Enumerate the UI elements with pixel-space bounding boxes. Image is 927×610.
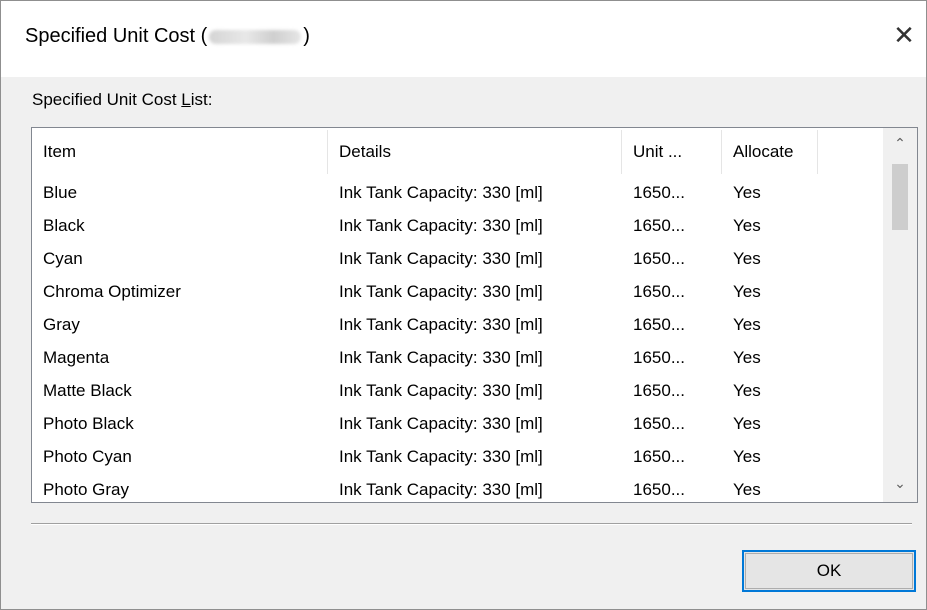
list-header: Item Details Unit ... Allocate bbox=[32, 128, 882, 176]
cell-allocate: Yes bbox=[733, 249, 761, 268]
cell-details: Ink Tank Capacity: 330 [ml] bbox=[339, 414, 543, 433]
cell-item: Photo Black bbox=[43, 414, 134, 433]
cell-unit-cost: 1650... bbox=[633, 249, 685, 268]
column-header-item[interactable]: Item bbox=[32, 128, 327, 176]
cell-details: Ink Tank Capacity: 330 [ml] bbox=[339, 216, 543, 235]
table-row[interactable]: Matte Black Ink Tank Capacity: 330 [ml] 16… bbox=[32, 374, 882, 407]
window-title-prefix: Specified Unit Cost ( bbox=[25, 25, 208, 47]
cell-unit-cost: 1650... bbox=[633, 282, 685, 301]
column-divider[interactable] bbox=[817, 130, 818, 174]
cell-allocate: Yes bbox=[733, 381, 761, 400]
cell-allocate: Yes bbox=[733, 216, 761, 235]
table-row[interactable]: Gray Ink Tank Capacity: 330 [ml] 1650... Ye… bbox=[32, 308, 882, 341]
scroll-up-button[interactable]: ⌃ bbox=[883, 128, 917, 158]
close-icon: ✕ bbox=[893, 20, 915, 50]
cell-details: Ink Tank Capacity: 330 [ml] bbox=[339, 249, 543, 268]
cell-details: Ink Tank Capacity: 330 [ml] bbox=[339, 381, 543, 400]
cell-details: Ink Tank Capacity: 330 [ml] bbox=[339, 315, 543, 334]
table-row[interactable]: Photo Gray Ink Tank Capacity: 330 [ml] 165… bbox=[32, 473, 882, 502]
cell-item: Magenta bbox=[43, 348, 110, 367]
cell-unit-cost: 1650... bbox=[633, 216, 685, 235]
cell-details: Ink Tank Capacity: 330 [ml] bbox=[339, 480, 543, 499]
cell-allocate: Yes bbox=[733, 480, 761, 499]
cell-item: Black bbox=[43, 216, 85, 235]
scroll-thumb[interactable] bbox=[892, 164, 908, 230]
cell-unit-cost: 1650... bbox=[633, 447, 685, 466]
specified-unit-cost-dialog: Specified Unit Cost () ✕ Specified Unit … bbox=[0, 0, 927, 610]
cell-item: Chroma Optimizer bbox=[43, 282, 181, 301]
cell-item: Gray bbox=[43, 315, 80, 334]
unit-cost-list-label: Specified Unit Cost List: bbox=[32, 90, 213, 110]
chevron-up-icon: ⌃ bbox=[894, 135, 906, 151]
column-header-allocate[interactable]: Allocate bbox=[722, 128, 817, 176]
redacted-model-name bbox=[209, 29, 302, 44]
title-bar[interactable]: Specified Unit Cost () ✕ bbox=[1, 1, 926, 77]
cell-details: Ink Tank Capacity: 330 [ml] bbox=[339, 282, 543, 301]
column-header-details[interactable]: Details bbox=[328, 128, 621, 176]
ok-button[interactable]: OK bbox=[742, 550, 916, 592]
cell-unit-cost: 1650... bbox=[633, 315, 685, 334]
cell-allocate: Yes bbox=[733, 348, 761, 367]
cell-unit-cost: 1650... bbox=[633, 348, 685, 367]
cell-unit-cost: 1650... bbox=[633, 414, 685, 433]
table-row[interactable]: Black Ink Tank Capacity: 330 [ml] 1650... Y… bbox=[32, 209, 882, 242]
table-row[interactable]: Cyan Ink Tank Capacity: 330 [ml] 1650... Ye… bbox=[32, 242, 882, 275]
cell-item: Photo Gray bbox=[43, 480, 129, 499]
cell-allocate: Yes bbox=[733, 315, 761, 334]
cell-details: Ink Tank Capacity: 330 [ml] bbox=[339, 348, 543, 367]
table-row[interactable]: Photo Cyan Ink Tank Capacity: 330 [ml] 165… bbox=[32, 440, 882, 473]
cell-details: Ink Tank Capacity: 330 [ml] bbox=[339, 447, 543, 466]
cell-item: Blue bbox=[43, 183, 78, 202]
label-accelerator-key: L bbox=[181, 90, 191, 109]
label-text-start: Specified Unit Cost bbox=[32, 90, 182, 109]
cell-allocate: Yes bbox=[733, 183, 761, 202]
table-row[interactable]: Photo Black Ink Tank Capacity: 330 [ml] 16… bbox=[32, 407, 882, 440]
cell-item: Matte Black bbox=[43, 381, 132, 400]
cell-unit-cost: 1650... bbox=[633, 183, 685, 202]
cell-details: Ink Tank Capacity: 330 [ml] bbox=[339, 183, 543, 202]
cell-allocate: Yes bbox=[733, 447, 761, 466]
column-header-unit[interactable]: Unit ... bbox=[622, 128, 721, 176]
label-text-end: ist: bbox=[190, 90, 213, 109]
scroll-down-button[interactable]: ⌄ bbox=[883, 468, 917, 498]
window-title-suffix: ) bbox=[303, 25, 310, 47]
table-row[interactable]: Chroma Optimizer Ink Tank Capacity: 330 [… bbox=[32, 275, 882, 308]
unit-cost-list[interactable]: Item Details Unit ... Allocate Blue Ink T… bbox=[31, 127, 918, 503]
cell-allocate: Yes bbox=[733, 414, 761, 433]
table-row[interactable]: Blue Ink Tank Capacity: 330 [ml] 1650... Ye… bbox=[32, 176, 882, 209]
table-row[interactable]: Magenta Ink Tank Capacity: 330 [ml] 1650..… bbox=[32, 341, 882, 374]
vertical-scrollbar[interactable]: ⌃ ⌄ bbox=[883, 128, 917, 502]
divider-line bbox=[31, 523, 912, 525]
chevron-down-icon: ⌄ bbox=[894, 475, 906, 491]
cell-unit-cost: 1650... bbox=[633, 381, 685, 400]
cell-allocate: Yes bbox=[733, 282, 761, 301]
close-button[interactable]: ✕ bbox=[884, 15, 924, 55]
cell-unit-cost: 1650... bbox=[633, 480, 685, 499]
cell-item: Photo Cyan bbox=[43, 447, 132, 466]
window-title: Specified Unit Cost () bbox=[25, 25, 310, 48]
cell-item: Cyan bbox=[43, 249, 83, 268]
